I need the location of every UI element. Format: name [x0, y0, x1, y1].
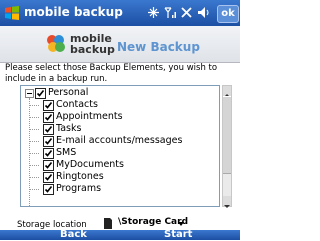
tree-item-mydocuments[interactable]: MyDocuments	[39, 159, 219, 171]
checkbox-personal[interactable]	[35, 88, 46, 99]
check-icon	[44, 186, 53, 193]
ok-button[interactable]: ok	[217, 5, 239, 23]
mobile-backup-logo-icon	[47, 35, 65, 52]
tree-item-label: SMS	[56, 147, 77, 158]
brand-name: mobile backup	[70, 33, 115, 55]
check-icon	[44, 162, 53, 169]
check-icon	[36, 90, 45, 97]
tree-item-sms[interactable]: SMS	[39, 147, 219, 159]
tree-item-label: Personal	[48, 87, 89, 98]
tree-line	[30, 153, 39, 154]
checkbox-email[interactable]	[43, 136, 54, 147]
window-title: mobile backup	[24, 5, 123, 19]
checkbox-ringtones[interactable]	[43, 172, 54, 183]
tree-item-ringtones[interactable]: Ringtones	[39, 171, 219, 183]
check-icon	[44, 114, 53, 121]
tree-scrollbar[interactable]	[222, 85, 232, 208]
check-icon	[44, 150, 53, 157]
chevron-down-icon[interactable]	[178, 222, 184, 226]
tree-item-label: MyDocuments	[56, 159, 124, 170]
instructions-text: Please select those Backup Elements, you…	[5, 63, 218, 84]
checkbox-mydocuments[interactable]	[43, 160, 54, 171]
windows-logo-icon[interactable]	[4, 5, 20, 21]
tree-item-label: E-mail accounts/messages	[56, 135, 183, 146]
tree-line	[30, 177, 39, 178]
scroll-thumb[interactable]	[223, 96, 231, 174]
tree-item-contacts[interactable]: Contacts	[39, 99, 219, 111]
checkbox-tasks[interactable]	[43, 124, 54, 135]
tree-line	[30, 105, 39, 106]
tree-line	[30, 141, 39, 142]
tree-line	[30, 189, 39, 190]
title-bar: mobile backup ok	[0, 0, 240, 26]
tree-line	[30, 165, 39, 166]
close-x-icon[interactable]	[180, 6, 193, 19]
tree-line	[30, 129, 39, 130]
tree-item-label: Tasks	[56, 123, 82, 134]
brand-line2: backup	[70, 43, 115, 56]
arrow-down-icon	[224, 205, 230, 208]
tree-item-email[interactable]: E-mail accounts/messages	[39, 135, 219, 147]
tree-item-label: Ringtones	[56, 171, 104, 182]
tree-line	[30, 117, 39, 118]
connectivity-icon[interactable]	[147, 6, 160, 19]
backup-elements-tree[interactable]: Personal Contacts Appointments Tasks E-m…	[20, 85, 220, 207]
signal-icon[interactable]	[164, 6, 177, 19]
checkbox-appointments[interactable]	[43, 112, 54, 123]
checkbox-contacts[interactable]	[43, 100, 54, 111]
tree-item-label: Contacts	[56, 99, 98, 110]
check-icon	[44, 174, 53, 181]
check-icon	[44, 138, 53, 145]
sd-card-icon	[104, 218, 112, 229]
tree-item-programs[interactable]: Programs	[39, 183, 219, 195]
softkeys: Back Start	[0, 229, 240, 241]
checkbox-programs[interactable]	[43, 184, 54, 195]
checkbox-sms[interactable]	[43, 148, 54, 159]
check-icon	[44, 126, 53, 133]
tree-item-personal[interactable]: Personal	[35, 87, 215, 99]
tree-item-label: Programs	[56, 183, 102, 194]
collapse-toggle[interactable]	[25, 89, 34, 98]
tree-item-appointments[interactable]: Appointments	[39, 111, 219, 123]
page-title: New Backup	[117, 40, 200, 54]
volume-icon[interactable]	[197, 6, 210, 19]
check-icon	[44, 102, 53, 109]
scroll-up-button[interactable]	[223, 86, 231, 97]
tree-item-label: Appointments	[56, 111, 123, 122]
scroll-down-button[interactable]	[223, 196, 231, 208]
tree-item-tasks[interactable]: Tasks	[39, 123, 219, 135]
start-softkey[interactable]: Start	[164, 229, 192, 241]
back-softkey[interactable]: Back	[60, 229, 87, 241]
